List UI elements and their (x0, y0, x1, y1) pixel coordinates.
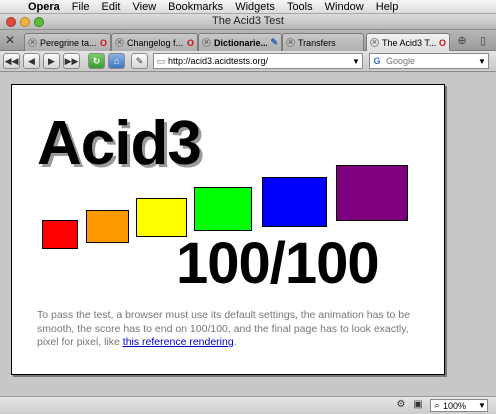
tab-acid3[interactable]: × The Acid3 T... O (366, 33, 450, 51)
menu-file[interactable]: File (66, 1, 96, 13)
home-icon[interactable]: ⌂ (108, 53, 125, 69)
tab-label: Dictionarie... (214, 37, 268, 48)
new-tab-icon[interactable]: ⊕ (455, 34, 469, 48)
tab-label: Transfers (298, 37, 336, 48)
description-end: . (233, 336, 237, 348)
orange-box (86, 210, 129, 243)
address-dropdown-icon[interactable]: ▼ (350, 57, 362, 66)
page-icon: ▭ (156, 55, 166, 66)
fast-forward-icon[interactable]: ▶▶ (63, 53, 80, 69)
content-area: Acid3 100/100 To pass the test, a browse… (0, 72, 496, 396)
window-title-bar: The Acid3 Test (0, 14, 496, 30)
zoom-search-icon: ⌕ (434, 400, 440, 410)
red-box (42, 220, 78, 249)
edit-icon[interactable]: ✎ (131, 53, 148, 69)
tab-label: The Acid3 T... (382, 37, 436, 48)
menu-bookmarks[interactable]: Bookmarks (162, 1, 229, 13)
opera-favicon-icon: O (99, 37, 107, 48)
close-tab-icon[interactable]: × (202, 38, 211, 47)
tools-icon[interactable]: ✕ (2, 33, 18, 48)
forward-icon[interactable]: ▶ (43, 53, 60, 69)
status-bar: ⚙ ▣ ⌕ 100% ▼ (0, 396, 496, 414)
close-tab-icon[interactable]: × (370, 38, 379, 47)
trash-icon[interactable]: ▯ (476, 34, 490, 48)
address-url[interactable]: http://acid3.acidtests.org/ (168, 56, 350, 66)
rewind-icon[interactable]: ◀◀ (3, 53, 20, 69)
purple-box (336, 165, 408, 221)
close-tab-icon[interactable]: × (115, 38, 124, 47)
tab-peregrine[interactable]: × Peregrine ta... O (24, 33, 111, 51)
navigation-bar: ◀◀ ◀ ▶ ▶▶ ↻ ⌂ ✎ ▭ http://acid3.acidtests… (0, 51, 496, 72)
back-icon[interactable]: ◀ (23, 53, 40, 69)
mac-menu-bar: Opera File Edit View Bookmarks Widgets T… (0, 0, 496, 14)
search-field[interactable]: G ▼ (369, 53, 489, 69)
zoom-control[interactable]: ⌕ 100% ▼ (430, 399, 488, 412)
description-paragraph: To pass the test, a browser must use its… (37, 309, 433, 350)
opera-favicon-icon: O (186, 37, 194, 48)
score-text: 100/100 (176, 231, 380, 296)
reference-rendering-link[interactable]: this reference rendering (123, 336, 234, 348)
tab-dictionaries[interactable]: × Dictionarie... ✎ (198, 33, 282, 51)
zoom-dropdown-icon[interactable]: ▼ (477, 401, 487, 410)
menu-tools[interactable]: Tools (281, 1, 319, 13)
close-tab-icon[interactable]: × (28, 38, 37, 47)
tab-changelog[interactable]: × Changelog f... O (111, 33, 198, 51)
window-title: The Acid3 Test (212, 15, 284, 27)
dictionary-favicon-icon: ✎ (270, 37, 278, 47)
menu-edit[interactable]: Edit (96, 1, 127, 13)
tab-label: Peregrine ta... (40, 37, 97, 48)
acid3-page: Acid3 100/100 To pass the test, a browse… (11, 84, 445, 375)
view-options-icon[interactable]: ▣ (411, 399, 425, 412)
tab-label: Changelog f... (127, 37, 184, 48)
address-field[interactable]: ▭ http://acid3.acidtests.org/ ▼ (153, 53, 363, 69)
menu-help[interactable]: Help (370, 1, 405, 13)
panel-toggle-icon[interactable]: ⚙ (394, 399, 408, 412)
tab-bar: ✕ × Peregrine ta... O × Changelog f... O… (0, 30, 496, 51)
menu-view[interactable]: View (127, 1, 163, 13)
tab-transfers[interactable]: × Transfers (282, 33, 364, 51)
menu-widgets[interactable]: Widgets (229, 1, 281, 13)
menu-window[interactable]: Window (319, 1, 370, 13)
search-dropdown-icon[interactable]: ▼ (476, 57, 488, 66)
menu-opera[interactable]: Opera (22, 1, 66, 13)
search-input[interactable] (384, 56, 476, 66)
blue-box (262, 177, 327, 227)
google-search-icon[interactable]: G (370, 56, 384, 66)
zoom-value: 100% (443, 400, 467, 411)
reload-icon[interactable]: ↻ (88, 53, 105, 69)
acid3-heading: Acid3 (37, 109, 202, 178)
green-box (194, 187, 252, 231)
opera-favicon-icon: O (438, 37, 446, 48)
close-tab-icon[interactable]: × (286, 38, 295, 47)
